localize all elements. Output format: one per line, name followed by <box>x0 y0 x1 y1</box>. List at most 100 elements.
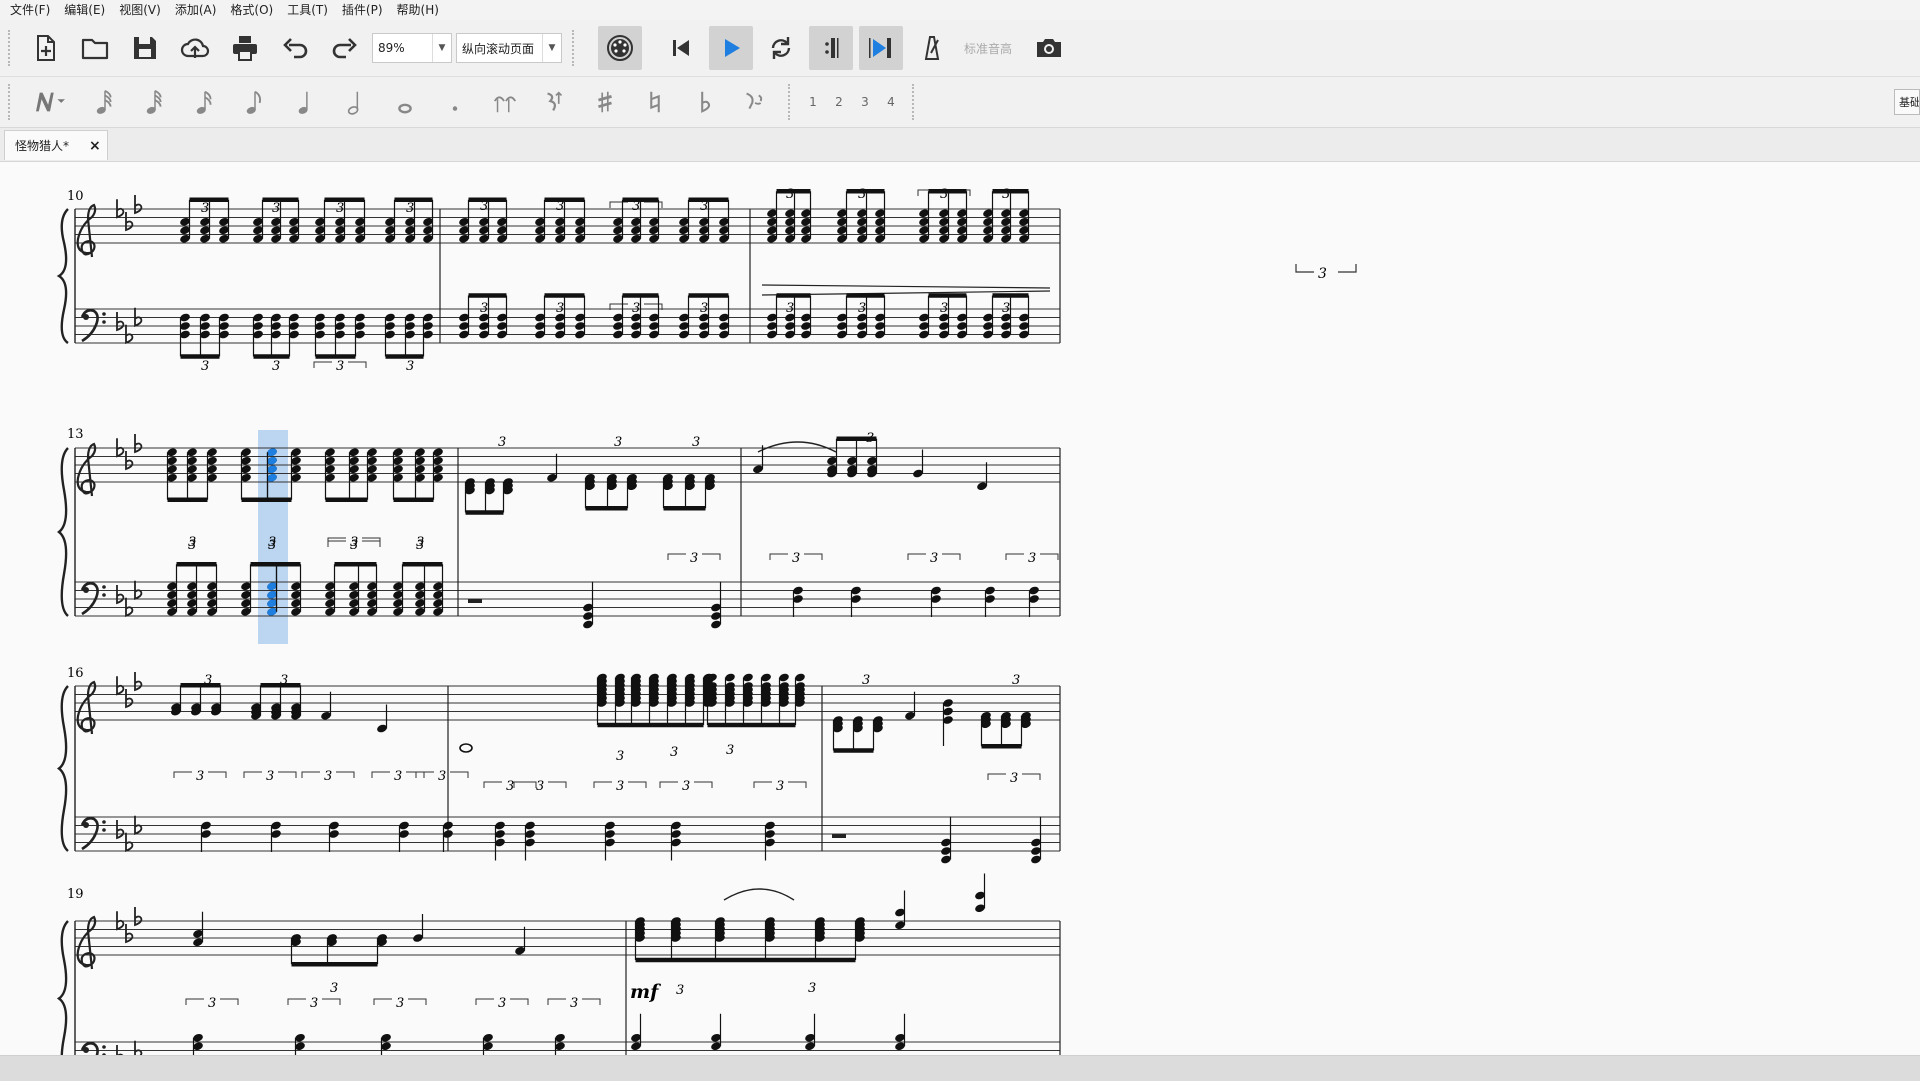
sharp-button[interactable] <box>580 78 630 126</box>
tuplet-3: 3 <box>862 673 870 688</box>
cloud-upload-icon <box>180 38 210 58</box>
zoom-select[interactable]: 89% ▼ <box>372 33 452 63</box>
tuplet-3: 3 <box>930 551 938 566</box>
menu-plugins[interactable]: 插件(P) <box>335 0 390 20</box>
concert-pitch-toggle[interactable]: 标准音高 <box>964 40 1012 57</box>
upload-online-button[interactable] <box>173 26 217 70</box>
natural-button[interactable] <box>630 78 680 126</box>
menu-add[interactable]: 添加(A) <box>168 0 224 20</box>
toolbar-grip[interactable] <box>788 84 794 120</box>
tie-button[interactable] <box>480 78 530 126</box>
sharp-icon <box>598 91 612 113</box>
measure-number-10: 10 <box>67 189 84 204</box>
bass-clef-icon <box>102 585 106 589</box>
tuplet-3: 3 <box>188 538 196 553</box>
menu-edit[interactable]: 编辑(E) <box>57 0 112 20</box>
duration-32nd-button[interactable] <box>130 78 180 126</box>
open-button[interactable] <box>73 26 117 70</box>
tuplet-3: 3 <box>786 301 794 316</box>
duration-64th-button[interactable] <box>80 78 130 126</box>
duration-whole-button[interactable] <box>380 78 430 126</box>
close-icon[interactable]: × <box>89 138 107 154</box>
augmentation-dot-button[interactable] <box>430 78 480 126</box>
notehead[interactable] <box>459 743 473 753</box>
tuplet-3: 3 <box>196 769 204 784</box>
tuplet-3: 3 <box>570 996 578 1011</box>
flat-icon <box>125 924 134 944</box>
tuplet-3: 3 <box>480 301 488 316</box>
note-input-mode-button[interactable] <box>20 78 80 126</box>
half-note-icon <box>347 91 359 115</box>
play-repeats-button[interactable] <box>859 26 903 70</box>
voice-1-button[interactable]: 1 <box>800 95 826 109</box>
redo-button[interactable] <box>323 26 367 70</box>
bass-clef-icon <box>102 828 106 832</box>
sixteenth-note-icon <box>196 90 212 114</box>
half-rest[interactable] <box>832 834 846 838</box>
flat-icon <box>116 911 125 931</box>
print-button[interactable] <box>223 26 267 70</box>
flat-icon <box>134 580 143 601</box>
voice-4-button[interactable]: 4 <box>878 95 904 109</box>
pan-score-button[interactable] <box>909 26 953 70</box>
flat-icon <box>134 1040 143 1055</box>
image-capture-button[interactable] <box>1027 26 1071 70</box>
toolbar-grip[interactable] <box>8 84 14 120</box>
notes-layer[interactable] <box>166 189 1042 1055</box>
duration-half-button[interactable] <box>330 78 380 126</box>
rest-button[interactable] <box>530 78 580 126</box>
flip-stem-icon <box>746 92 763 109</box>
workspace-basic-button[interactable]: 基础 <box>1894 89 1920 115</box>
score-tab[interactable]: 怪物猎人* × <box>4 130 108 160</box>
menu-file[interactable]: 文件(F) <box>0 0 57 20</box>
menu-tools[interactable]: 工具(T) <box>280 0 335 20</box>
new-score-button[interactable] <box>23 26 67 70</box>
score-canvas[interactable]: 3 3 3 3 3 3 3 3 3 3 3 3 3 3 3 3 3 3 3 3 3 3 3 3 3 3 3 3 3 3 3 3 3 3 3 3 3 3 3 3… <box>0 162 1920 1055</box>
bass-clef-icon <box>102 820 106 824</box>
flat-icon <box>134 672 143 692</box>
treble-clef-icon <box>76 203 97 258</box>
tuplet-3: 3 <box>416 538 424 553</box>
tuplet-3: 3 <box>726 743 734 758</box>
tuplet-3: 3 <box>406 201 414 216</box>
menu-format[interactable]: 格式(O) <box>223 0 280 20</box>
play-button[interactable] <box>709 26 753 70</box>
tuplet-3: 3 <box>940 301 948 316</box>
score-sheet[interactable]: 3 3 3 3 3 3 3 3 3 3 3 3 3 3 3 3 3 3 3 3 3 3 3 3 3 3 3 3 3 3 3 3 3 3 3 3 3 3 3 3… <box>0 162 1920 1055</box>
duration-eighth-button[interactable] <box>230 78 280 126</box>
rewind-button[interactable] <box>659 26 703 70</box>
hairpin <box>761 284 1051 289</box>
tuplet-3: 3 <box>268 538 276 553</box>
toolbar-grip[interactable] <box>912 84 918 120</box>
flat-icon <box>116 312 125 332</box>
metronome-icon <box>924 36 940 60</box>
save-button[interactable] <box>123 26 167 70</box>
tuplet-3: 3 <box>438 769 446 784</box>
toolbar-grip[interactable] <box>8 30 14 66</box>
printer-icon <box>233 36 257 61</box>
flip-stem-button[interactable] <box>730 78 780 126</box>
undo-button[interactable] <box>273 26 317 70</box>
menu-view[interactable]: 视图(V) <box>112 0 168 20</box>
flat-icon <box>125 324 134 345</box>
view-mode-select[interactable]: 纵向滚动页面 ▼ <box>456 33 562 63</box>
quarter-note-icon <box>298 91 308 114</box>
natural-icon <box>650 91 660 113</box>
half-rest[interactable] <box>468 599 482 603</box>
loop-in-out-button[interactable] <box>809 26 853 70</box>
voice-3-button[interactable]: 3 <box>852 95 878 109</box>
voice-2-button[interactable]: 2 <box>826 95 852 109</box>
bass-clef-icon <box>83 1047 89 1053</box>
toolbar-grip[interactable] <box>572 30 578 66</box>
dynamic-mf[interactable]: mf <box>630 981 661 1003</box>
mixer-button[interactable] <box>598 26 642 70</box>
duration-quarter-button[interactable] <box>280 78 330 126</box>
flat-button[interactable] <box>680 78 730 126</box>
loop-playback-button[interactable] <box>759 26 803 70</box>
tuplet-3: 3 <box>498 435 506 450</box>
tuplet-3: 3 <box>692 435 700 450</box>
menu-help[interactable]: 帮助(H) <box>390 0 446 20</box>
duration-16th-button[interactable] <box>180 78 230 126</box>
flat-icon <box>134 815 143 836</box>
flat-icon <box>116 585 125 605</box>
